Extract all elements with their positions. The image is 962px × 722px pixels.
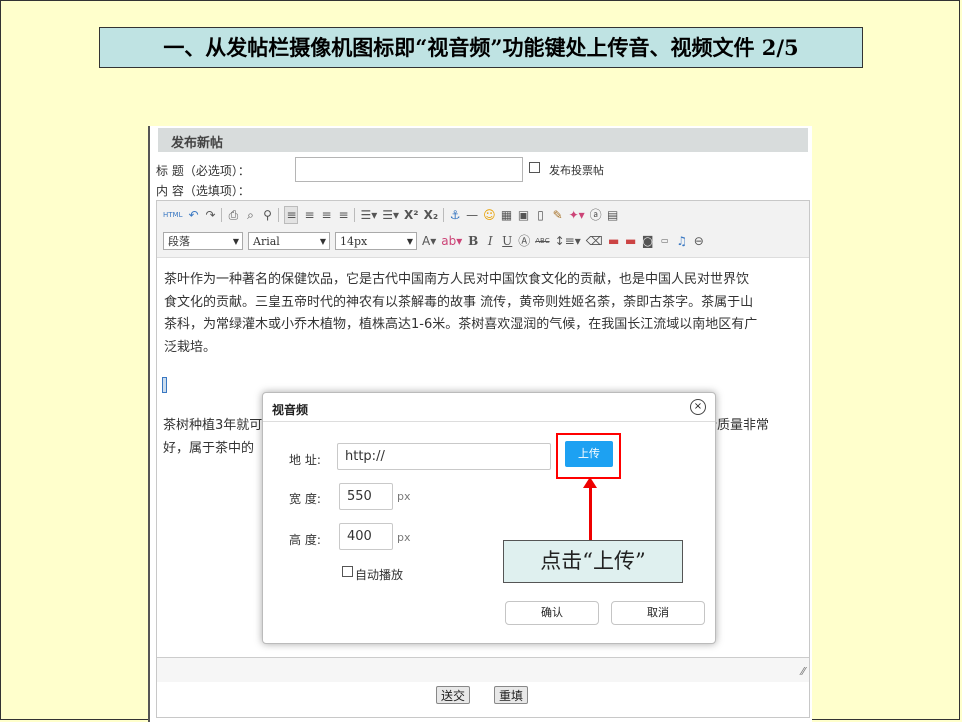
height-unit: px	[397, 531, 411, 544]
table-icon[interactable]: ▦	[501, 207, 513, 223]
font-color-icon[interactable]: A▾	[422, 233, 436, 249]
format-painter-icon[interactable]: ✦▾	[569, 207, 585, 223]
align-justify-icon[interactable]: ≡	[337, 207, 349, 223]
upload-button[interactable]: 上传	[565, 441, 613, 467]
html-source-icon[interactable]: HTML	[163, 207, 182, 223]
autoplay-checkbox[interactable]	[342, 566, 353, 577]
chevron-down-icon: ▼	[232, 237, 239, 246]
address-label: 地 址:	[289, 453, 321, 467]
redo-icon[interactable]: ↷	[204, 207, 216, 223]
editor-statusbar: ⁄⁄	[157, 657, 809, 682]
chevron-down-icon: ▼	[406, 237, 413, 246]
width-input[interactable]: 550	[339, 483, 393, 510]
select-all-icon[interactable]: ⓐ	[590, 207, 602, 223]
anchor-icon[interactable]: ⚓	[449, 207, 461, 223]
poll-label: 发布投票帖	[549, 164, 604, 177]
align-right-icon[interactable]: ≡	[320, 207, 332, 223]
chevron-down-icon: ▼	[319, 237, 326, 246]
superscript-icon[interactable]: X²	[404, 207, 419, 223]
confirm-button[interactable]: 确认	[505, 601, 599, 625]
eraser-icon[interactable]: ⌫	[586, 233, 603, 249]
paragraph-line: 茶树种植3年就可	[163, 418, 263, 433]
editor-toolbar: HTML ↶ ↷ ⎙ ⌕ ⚲ ≡ ≡ ≡ ≡ ☰▾ ☰▾ X² X₂ ⚓ — ☺…	[157, 201, 809, 258]
page-icon[interactable]: ▯	[535, 207, 547, 223]
resize-grip-icon[interactable]: ⁄⁄	[801, 665, 805, 678]
paragraph-line: 食文化的贡献。三皇五帝时代的神农有以茶解毒的故事 流传，黄帝则姓姬名荼，荼即古茶…	[164, 294, 754, 310]
toolbar-separator	[443, 208, 445, 222]
toolbar-separator	[278, 208, 280, 222]
height-input[interactable]: 400	[339, 523, 393, 550]
callout-box: 点击“上传”	[503, 540, 683, 583]
callout-arrow	[589, 486, 592, 540]
dialog-divider	[263, 421, 715, 422]
width-label: 宽 度:	[289, 492, 321, 506]
clear-format-icon[interactable]: ✎	[552, 207, 564, 223]
size-select-value: 14px	[340, 235, 368, 248]
form-header-title: 发布新帖	[171, 136, 224, 151]
font-select[interactable]: Arial ▼	[248, 232, 330, 250]
ordered-list-icon[interactable]: ☰▾	[360, 207, 377, 223]
toolbar-row-1: HTML ↶ ↷ ⎙ ⌕ ⚲ ≡ ≡ ≡ ≡ ☰▾ ☰▾ X² X₂ ⚓ — ☺…	[163, 205, 619, 225]
poll-checkbox[interactable]	[529, 162, 540, 173]
form-header: 发布新帖	[158, 128, 808, 152]
font-border-icon[interactable]: Ⓐ	[518, 233, 530, 249]
preview-icon[interactable]: ⌕	[244, 207, 256, 223]
text-cursor	[162, 377, 167, 393]
paragraph-line: 茶叶作为一种著名的保健饮品，它是古代中国南方人民对中国饮食文化的贡献，也是中国人…	[164, 272, 750, 287]
paste-icon[interactable]: ▤	[607, 207, 619, 223]
emoticon-icon[interactable]: ☺	[483, 207, 496, 223]
paragraph-line: 茶科，为常绿灌木或小乔木植物，植株高达1-6米。茶树喜欢湿润的气候，在我国长江流…	[164, 317, 758, 332]
toolbar-separator	[221, 208, 223, 222]
media-camera-icon[interactable]: ◙	[642, 233, 654, 249]
title-input[interactable]	[295, 157, 523, 182]
editor-content[interactable]: 茶叶作为一种著名的保健饮品，它是古代中国南方人民对中国饮食文化的贡献，也是中国人…	[164, 269, 804, 359]
size-select[interactable]: 14px ▼	[335, 232, 417, 250]
toolbar-row-2: 段落 ▼ Arial ▼ 14px ▼ A▾ ab▾ B I U Ⓐ ABC ↕≡▾ …	[163, 231, 705, 251]
line-height-icon[interactable]: ↕≡▾	[555, 233, 581, 249]
align-center-icon[interactable]: ≡	[303, 207, 315, 223]
media-dialog: 视音频 × 地 址: http:// 上传 宽 度: 550 px 高 度: 4…	[262, 392, 716, 644]
music-icon[interactable]: ♫	[676, 233, 688, 249]
slide-title: 一、从发帖栏摄像机图标即“视音频”功能键处上传音、视频文件 2/5	[99, 27, 863, 68]
editor-content-second: 茶树种植3年就可 好，属于茶中的	[163, 415, 263, 460]
highlight-icon[interactable]: ab▾	[441, 233, 462, 249]
image-icon[interactable]: ▣	[518, 207, 530, 223]
video-icon[interactable]: ▭	[659, 233, 671, 249]
content-label: 内 容（选填项）：	[156, 184, 250, 198]
paragraph-select-value: 段落	[168, 235, 190, 248]
submit-button[interactable]: 送交	[436, 686, 471, 704]
subscript-icon[interactable]: X₂	[424, 207, 439, 223]
paragraph-line: 泛栽培。	[164, 339, 217, 355]
strikethrough-icon[interactable]: ABC	[535, 233, 549, 249]
arrow-head-icon	[583, 477, 597, 488]
height-label: 高 度:	[289, 533, 321, 547]
left-edge	[148, 126, 150, 722]
reset-button[interactable]: 重填	[494, 686, 529, 704]
paragraph-line: 好，属于茶中的	[163, 440, 255, 456]
paragraph-select[interactable]: 段落 ▼	[163, 232, 243, 250]
link-icon[interactable]: ⊖	[693, 233, 705, 249]
flash-icon[interactable]: ▬	[625, 233, 637, 249]
title-label: 标 题（必选项）：	[156, 164, 250, 178]
dialog-title: 视音频	[272, 403, 309, 417]
insert-image-icon[interactable]: ▬	[608, 233, 620, 249]
font-select-value: Arial	[253, 235, 280, 248]
horizontal-rule-icon[interactable]: —	[466, 207, 478, 223]
bold-icon[interactable]: B	[467, 233, 479, 249]
unordered-list-icon[interactable]: ☰▾	[382, 207, 399, 223]
close-icon[interactable]: ×	[690, 399, 706, 415]
autoplay-label: 自动播放	[355, 568, 404, 582]
width-unit: px	[397, 490, 411, 503]
align-left-icon[interactable]: ≡	[284, 206, 299, 224]
find-replace-icon[interactable]: ⚲	[261, 207, 273, 223]
undo-icon[interactable]: ↶	[187, 207, 199, 223]
italic-icon[interactable]: I	[484, 233, 496, 249]
underline-icon[interactable]: U	[501, 233, 513, 249]
cancel-button[interactable]: 取消	[611, 601, 705, 625]
print-icon[interactable]: ⎙	[227, 207, 239, 223]
toolbar-separator	[354, 208, 356, 222]
address-input[interactable]: http://	[337, 443, 551, 470]
